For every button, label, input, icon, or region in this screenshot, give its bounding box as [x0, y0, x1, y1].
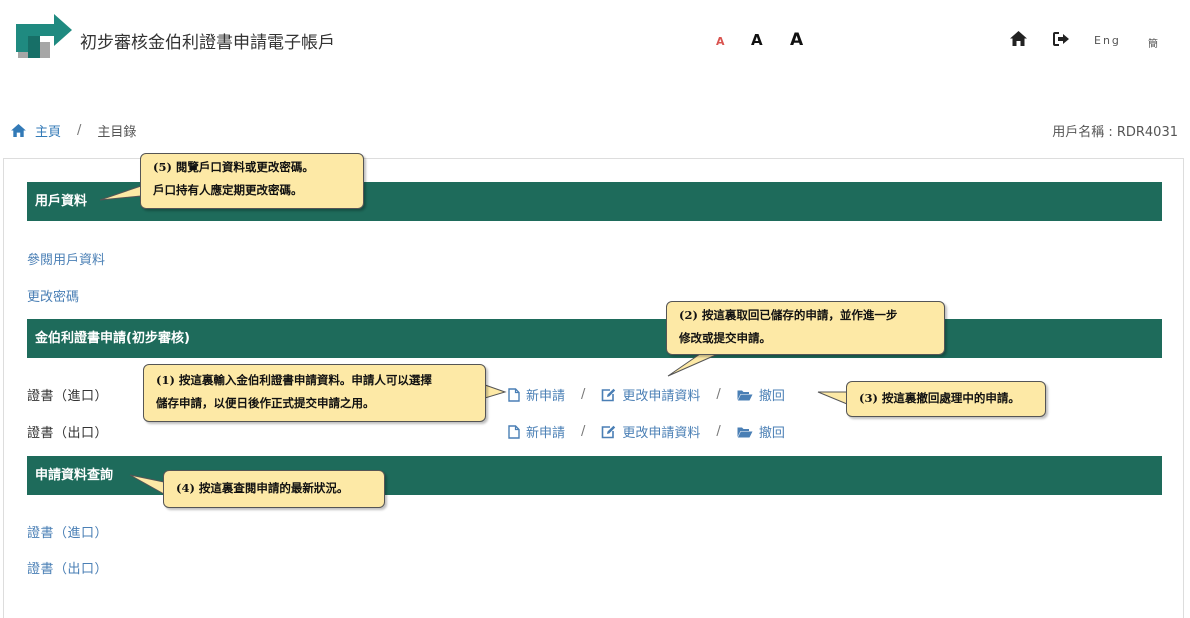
import-new-application-link[interactable]: 新申請 [508, 385, 565, 404]
font-size-large-button[interactable]: A [790, 30, 803, 50]
callout-account-line2: 戶口持有人應定期更改密碼。 [153, 183, 303, 197]
app-title: 初步審核金伯利證書申請電子帳戶 [80, 33, 335, 53]
folder-open-icon [737, 427, 753, 437]
action-separator: / [581, 424, 586, 439]
action-separator: / [716, 387, 721, 402]
export-certificate-label: 證書（出口） [27, 426, 109, 441]
breadcrumb-separator: / [77, 123, 82, 138]
export-actions: 新申請 / 更改申請資料 / 撤回 [508, 422, 785, 441]
home-icon[interactable] [11, 124, 26, 137]
file-icon [508, 424, 520, 439]
section-header-application: 金伯利證書申請(初步審核) [27, 319, 1162, 358]
logout-icon[interactable] [1053, 32, 1070, 46]
callout-new-line2: 儲存申請，以便日後作正式提交申請之用。 [156, 396, 375, 410]
font-size-small-button[interactable]: A [716, 35, 725, 48]
file-icon [508, 387, 520, 402]
export-new-application-link[interactable]: 新申請 [508, 422, 565, 441]
edit-icon [602, 388, 616, 401]
import-edit-application-label: 更改申請資料 [622, 389, 701, 404]
callout-enquiry-line1: (4) 按這裏查閱申請的最新狀況。 [176, 481, 349, 495]
enquiry-import-link[interactable]: 證書（進口） [27, 522, 108, 541]
callout-account-line1: (5) 閱覽戶口資料或更改密碼。 [153, 160, 314, 174]
font-size-medium-button[interactable]: A [751, 31, 763, 49]
callout-new: (1) 按這裏輸入金伯利證書申請資料。申請人可以選擇 儲存申請，以便日後作正式提… [143, 364, 486, 422]
import-withdraw-link[interactable]: 撤回 [737, 385, 785, 404]
export-edit-application-label: 更改申請資料 [622, 426, 701, 441]
import-edit-application-link[interactable]: 更改申請資料 [601, 385, 700, 404]
breadcrumb-home-link[interactable]: 主頁 [35, 121, 61, 140]
export-withdraw-label: 撤回 [758, 426, 785, 441]
callout-account: (5) 閱覽戶口資料或更改密碼。 戶口持有人應定期更改密碼。 [140, 153, 364, 209]
import-withdraw-label: 撤回 [758, 389, 785, 404]
callout-new-line1: (1) 按這裏輸入金伯利證書申請資料。申請人可以選擇 [156, 373, 432, 387]
callout-edit-line1: (2) 按這裏取回已儲存的申請，並作進一步 [679, 308, 898, 322]
logo-icon [16, 14, 72, 58]
import-certificate-label: 證書（進口） [27, 389, 109, 404]
change-password-link[interactable]: 更改密碼 [27, 286, 79, 305]
folder-open-icon [737, 390, 753, 400]
callout-enquiry: (4) 按這裏查閱申請的最新狀況。 [163, 470, 385, 508]
export-edit-application-link[interactable]: 更改申請資料 [601, 422, 700, 441]
action-separator: / [716, 424, 721, 439]
import-actions: 新申請 / 更改申請資料 / 撤回 [508, 385, 785, 404]
import-new-application-label: 新申請 [526, 389, 566, 404]
callout-edit: (2) 按這裏取回已儲存的申請，並作進一步 修改或提交申請。 [666, 301, 945, 355]
callout-withdraw: (3) 按這裏撤回處理中的申請。 [846, 381, 1046, 417]
export-withdraw-link[interactable]: 撤回 [737, 422, 785, 441]
username-label: 用戶名稱 : RDR4031 [1052, 125, 1178, 140]
callout-withdraw-line1: (3) 按這裏撤回處理中的申請。 [859, 391, 1020, 405]
action-separator: / [581, 387, 586, 402]
edit-icon [602, 425, 616, 438]
home-icon[interactable] [1010, 31, 1027, 46]
language-english-link[interactable]: Eng [1094, 34, 1121, 47]
language-simplified-link[interactable]: 簡 [1148, 35, 1158, 50]
view-account-link[interactable]: 參閱用戶資料 [27, 249, 105, 268]
enquiry-export-link[interactable]: 證書（出口） [27, 558, 108, 577]
callout-edit-line2: 修改或提交申請。 [679, 331, 771, 345]
breadcrumb-current: 主目錄 [97, 125, 137, 140]
breadcrumb: 主頁 / 主目錄 [11, 121, 136, 140]
export-new-application-label: 新申請 [526, 426, 566, 441]
